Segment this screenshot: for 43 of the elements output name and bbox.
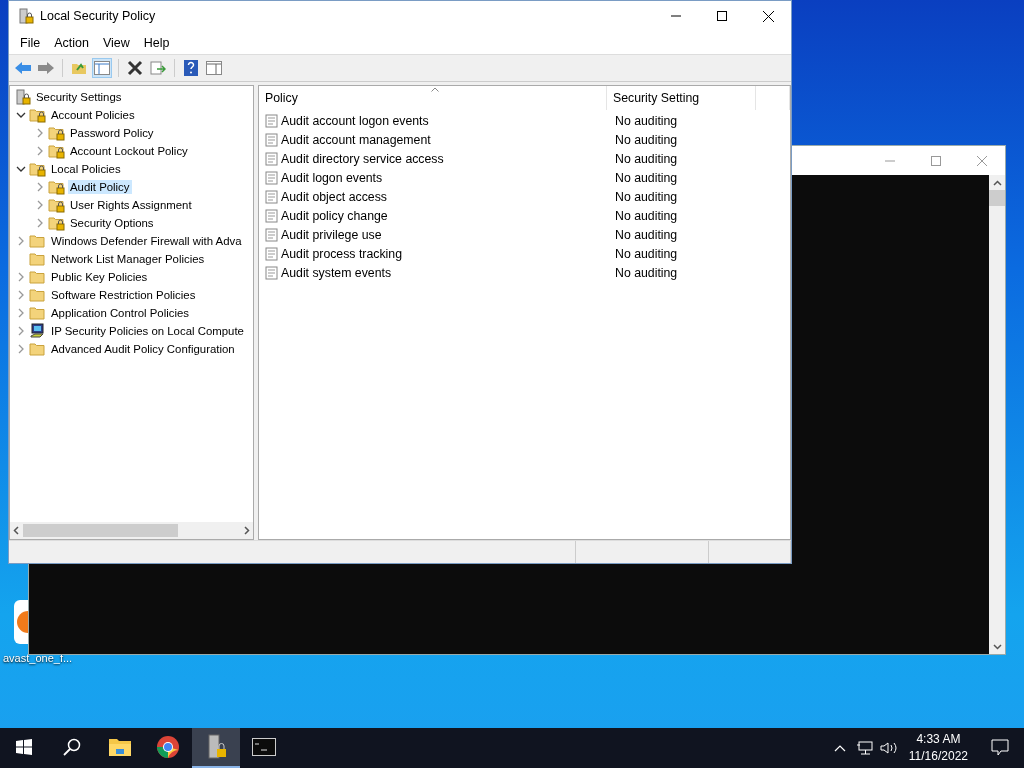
menu-item[interactable]: Help xyxy=(136,35,177,50)
tree-item[interactable]: Advanced Audit Policy Configuration xyxy=(49,342,237,356)
tree-item[interactable]: Security Options xyxy=(68,216,156,230)
column-header[interactable]: Policy xyxy=(259,86,607,110)
menu-item[interactable]: File xyxy=(13,35,48,50)
table-cell-text: No auditing xyxy=(614,265,679,280)
column-header[interactable]: Security Setting xyxy=(607,86,757,110)
tree-item[interactable]: Software Restriction Policies xyxy=(49,288,198,302)
tree-item[interactable]: Application Control Policies xyxy=(49,306,192,320)
menu-item[interactable]: Action xyxy=(47,35,96,50)
table-cell[interactable]: Audit account logon events xyxy=(259,113,609,128)
table-cell[interactable]: Audit privilege use xyxy=(259,227,609,242)
tree-item[interactable]: Windows Defender Firewall with Adva xyxy=(49,234,244,248)
table-cell-text: No auditing xyxy=(614,189,679,204)
table-cell-text: No auditing xyxy=(614,246,679,261)
table-cell-text: No auditing xyxy=(614,113,679,128)
table-cell[interactable]: Audit logon events xyxy=(259,170,609,185)
tree-item[interactable]: Local Policies xyxy=(49,162,123,176)
tree-item[interactable]: Account Lockout Policy xyxy=(68,144,190,158)
table-cell-text: No auditing xyxy=(614,170,679,185)
tree-item[interactable]: IP Security Policies on Local Compute xyxy=(49,324,246,338)
clock-date[interactable]: 11/16/2022 xyxy=(908,748,968,765)
table-cell[interactable]: Audit account management xyxy=(259,132,609,147)
tree-item[interactable]: Network List Manager Policies xyxy=(49,252,207,266)
tree-item[interactable]: User Rights Assignment xyxy=(68,198,194,212)
tree-item[interactable]: Public Key Policies xyxy=(49,270,150,284)
table-cell-text: No auditing xyxy=(614,132,679,147)
tree-item[interactable]: Audit Policy xyxy=(68,180,132,194)
table-cell[interactable]: Audit system events xyxy=(259,265,609,280)
tree-item[interactable]: Security Settings xyxy=(34,90,124,104)
table-cell[interactable]: Audit policy change xyxy=(259,208,609,223)
table-cell[interactable]: Audit process tracking xyxy=(259,246,609,261)
clock-time[interactable]: 4:33 AM xyxy=(916,731,961,748)
table-cell[interactable]: Audit object access xyxy=(259,189,609,204)
menu-item[interactable]: View xyxy=(95,35,137,50)
table-cell-text: No auditing xyxy=(614,151,679,166)
table-cell[interactable]: Audit directory service access xyxy=(259,151,609,166)
window-title: Local Security Policy xyxy=(40,9,157,23)
table-cell-text: No auditing xyxy=(614,227,679,242)
desktop-icon-label: avast_one_f... xyxy=(3,652,73,664)
tree-item[interactable]: Password Policy xyxy=(68,126,156,140)
table-cell-text: No auditing xyxy=(614,208,679,223)
tree-item[interactable]: Account Policies xyxy=(49,108,137,122)
